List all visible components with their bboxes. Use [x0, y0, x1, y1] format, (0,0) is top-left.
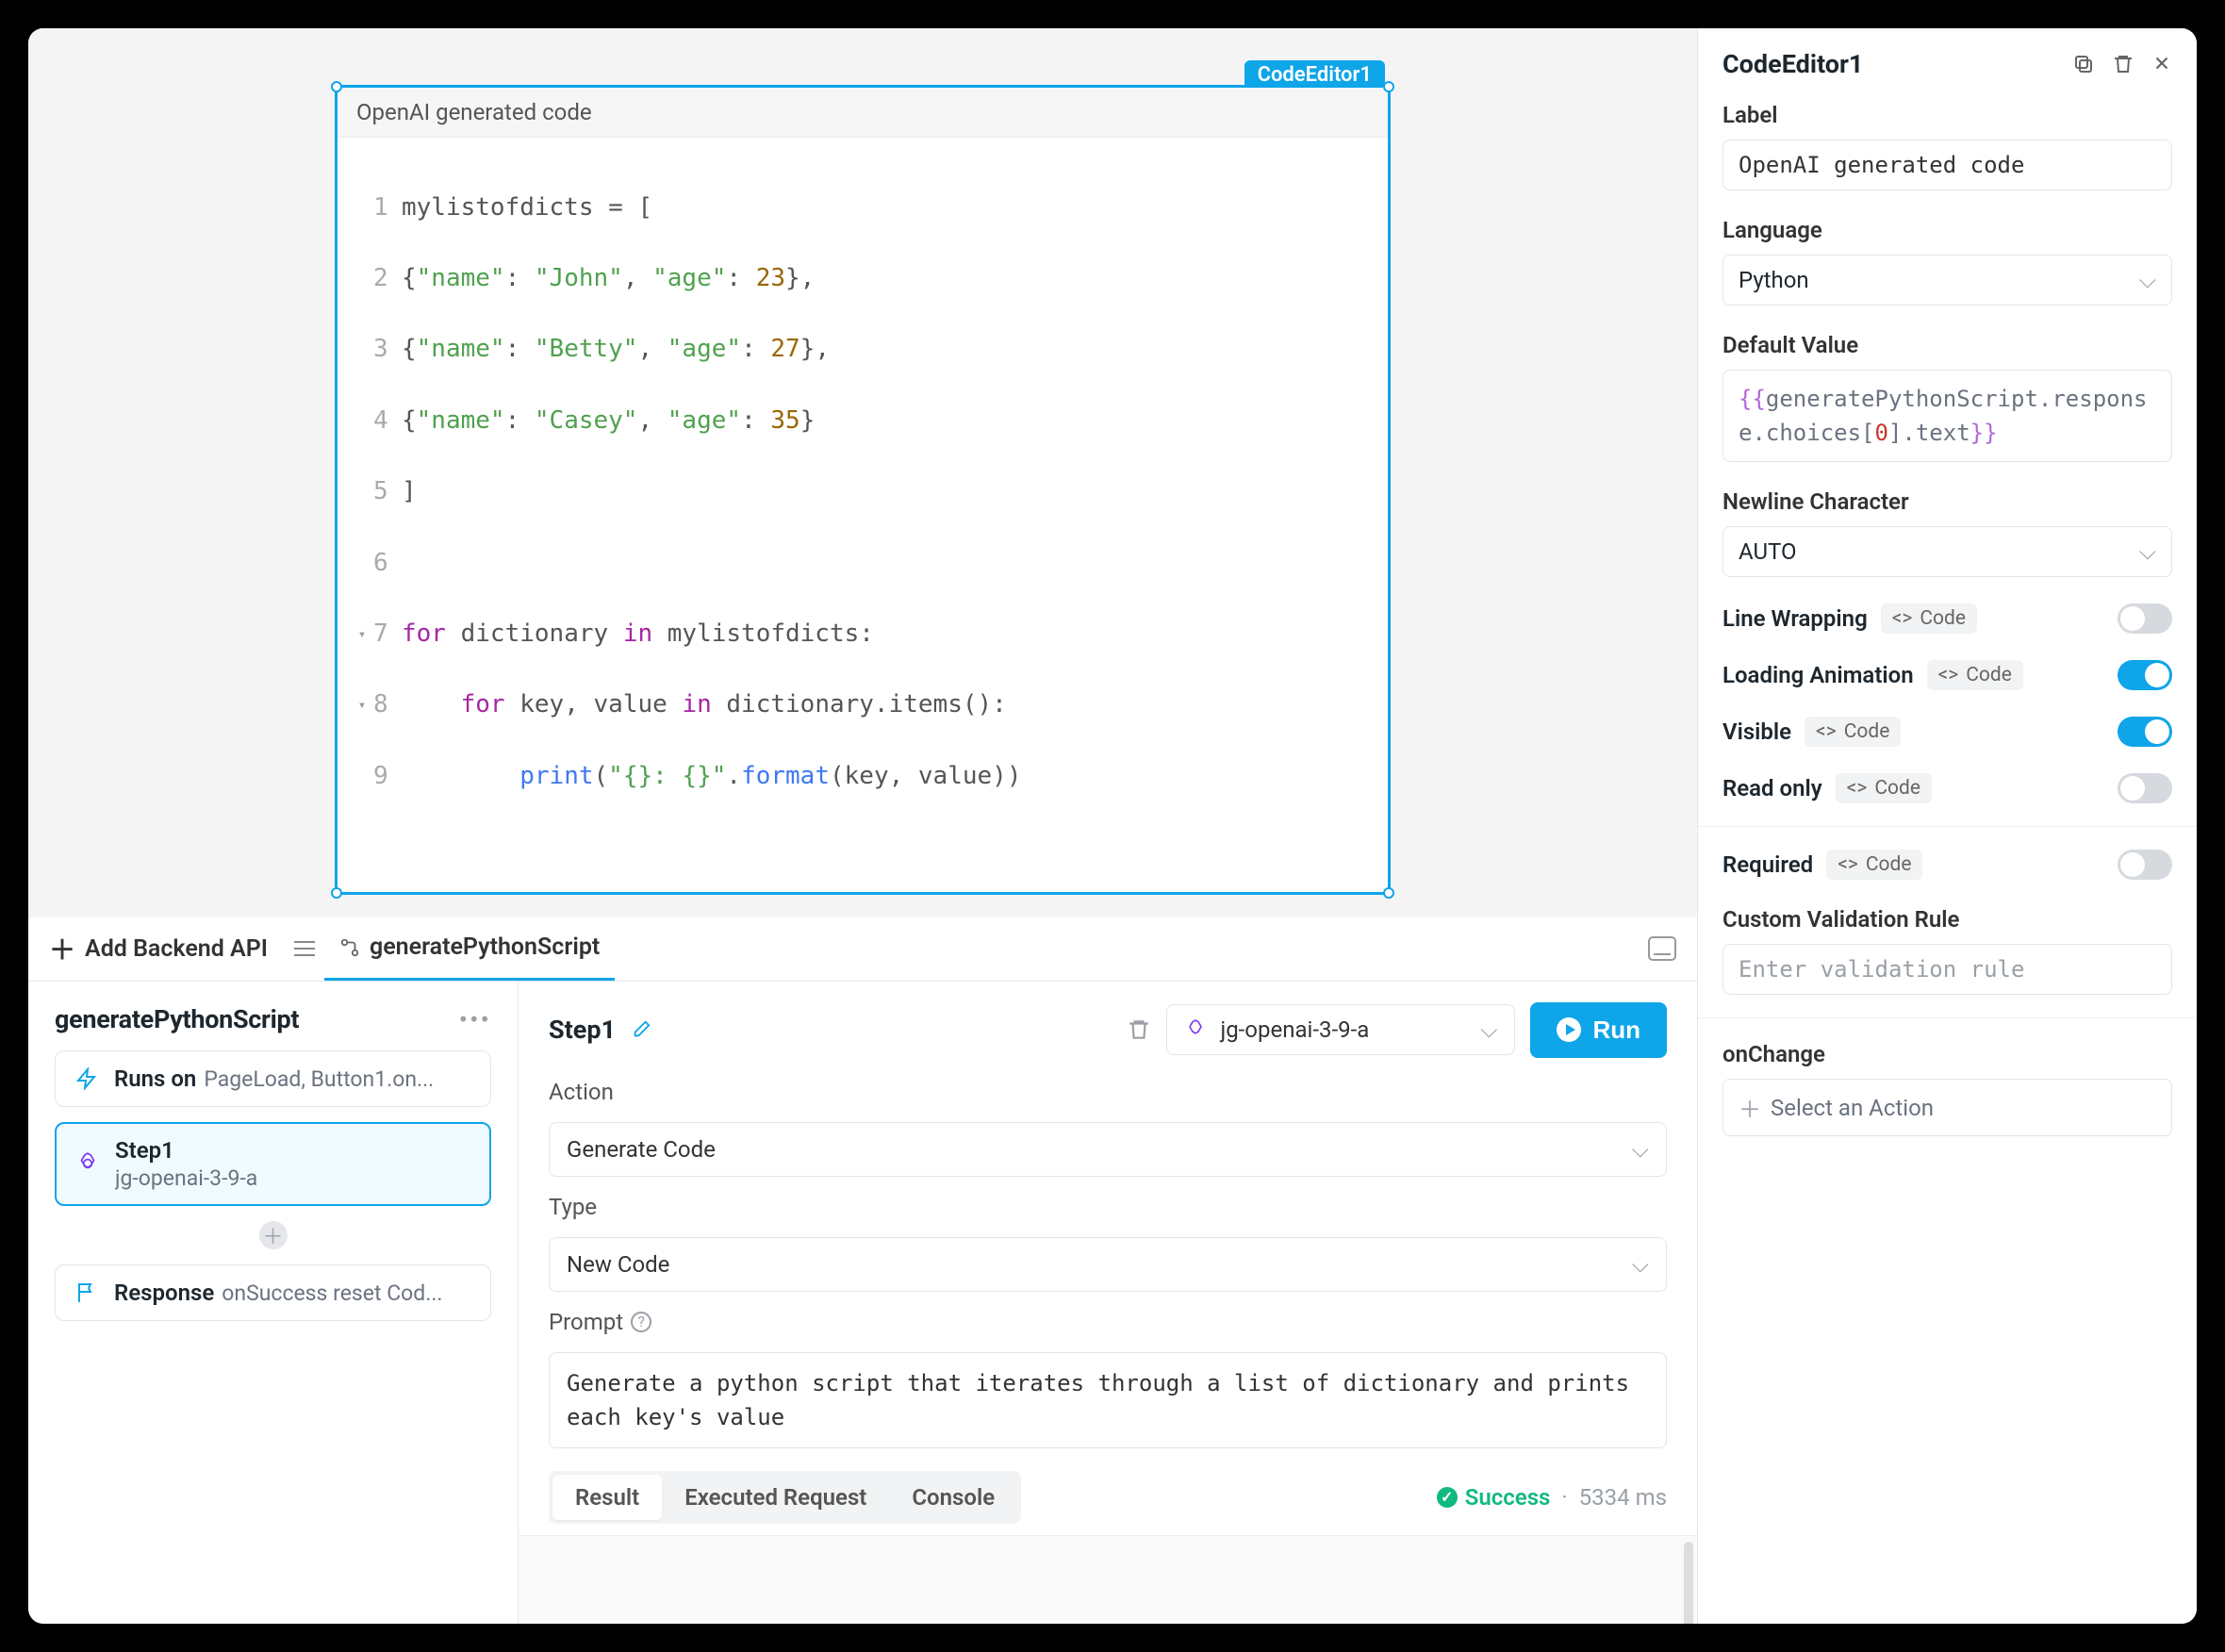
chevron-down-icon: ⌵	[1480, 1016, 1497, 1043]
read-only-toggle[interactable]	[2118, 773, 2172, 803]
read-only-label: Read only	[1722, 775, 1822, 801]
inspector-title: CodeEditor1	[1722, 49, 1863, 79]
scrollbar[interactable]	[1684, 1542, 1693, 1624]
loading-animation-toggle[interactable]	[2118, 660, 2172, 690]
newline-label: Newline Character	[1722, 488, 2172, 515]
tab-executed-request[interactable]: Executed Request	[662, 1475, 889, 1520]
edit-step-name-icon[interactable]	[631, 1019, 651, 1040]
required-label: Required	[1722, 851, 1813, 878]
default-value-input[interactable]: {{generatePythonScript.response.choices[…	[1722, 370, 2172, 462]
play-icon	[1557, 1017, 1581, 1042]
type-select[interactable]: New Code ⌵	[549, 1237, 1667, 1292]
custom-validation-input[interactable]: Enter validation rule	[1722, 944, 2172, 995]
add-backend-api-button[interactable]: ＋ Add Backend API	[49, 930, 285, 967]
run-button[interactable]: Run	[1530, 1002, 1667, 1058]
code-toggle-pill[interactable]: <>Code	[1927, 660, 2023, 690]
code-toggle-pill[interactable]: <>Code	[1805, 717, 1901, 747]
code-editor-widget[interactable]: OpenAI generated code 1mylistofdicts = […	[335, 85, 1391, 895]
canvas-area[interactable]: CodeEditor1 OpenAI generated code 1mylis…	[28, 28, 1697, 917]
result-json-viewer[interactable]: ▾choices : [ ▾0 : { text : " mylistofdic…	[519, 1535, 1697, 1624]
lightning-icon	[73, 1065, 101, 1093]
plus-icon: ＋	[1739, 1091, 1761, 1124]
check-icon: ✓	[1437, 1487, 1458, 1508]
required-toggle[interactable]	[2118, 850, 2172, 880]
chevron-down-icon: ⌵	[2139, 267, 2156, 293]
api-more-menu[interactable]: •••	[459, 1004, 491, 1035]
resize-handle-bl[interactable]	[331, 887, 342, 899]
chevron-down-icon: ⌵	[1632, 1136, 1649, 1163]
tab-console[interactable]: Console	[889, 1475, 1017, 1520]
step1-card[interactable]: Step1 jg-openai-3-9-a	[55, 1122, 491, 1206]
code-toggle-pill[interactable]: <>Code	[1836, 773, 1932, 803]
api-icon	[339, 937, 360, 958]
label-field-label: Label	[1722, 102, 2172, 128]
custom-validation-label: Custom Validation Rule	[1722, 906, 2172, 933]
openai-icon	[1184, 1018, 1207, 1041]
delete-icon[interactable]	[2112, 53, 2134, 75]
onchange-label: onChange	[1722, 1041, 2172, 1067]
prompt-textarea[interactable]: Generate a python script that iterates t…	[549, 1352, 1667, 1448]
status-success: ✓ Success	[1437, 1484, 1551, 1511]
api-tab-generatepythonscript[interactable]: generatePythonScript	[324, 917, 615, 981]
step-name: Step1	[549, 1015, 616, 1045]
hamburger-icon[interactable]	[288, 941, 321, 956]
line-wrapping-label: Line Wrapping	[1722, 605, 1868, 632]
line-wrapping-toggle[interactable]	[2118, 603, 2172, 634]
runs-on-card[interactable]: Runs on PageLoad, Button1.on...	[55, 1050, 491, 1107]
language-select[interactable]: Python ⌵	[1722, 255, 2172, 306]
flag-icon	[73, 1279, 101, 1307]
visible-toggle[interactable]	[2118, 717, 2172, 747]
elapsed-time: 5334 ms	[1579, 1484, 1667, 1511]
resize-handle-tr[interactable]	[1383, 81, 1394, 92]
newline-select[interactable]: AUTO ⌵	[1722, 526, 2172, 577]
api-title: generatePythonScript	[55, 1004, 299, 1034]
add-step-button[interactable]: ＋	[259, 1221, 288, 1249]
collapse-panel-icon[interactable]	[1648, 936, 1676, 961]
openai-icon	[74, 1149, 102, 1178]
loading-animation-label: Loading Animation	[1722, 662, 1914, 688]
visible-label: Visible	[1722, 719, 1791, 745]
label-input[interactable]: OpenAI generated code	[1722, 140, 2172, 190]
delete-step-icon[interactable]	[1127, 1017, 1151, 1042]
chevron-down-icon: ⌵	[2139, 538, 2156, 565]
language-label: Language	[1722, 217, 2172, 243]
result-tabs: Result Executed Request Console	[549, 1471, 1021, 1524]
model-select[interactable]: jg-openai-3-9-a ⌵	[1166, 1004, 1515, 1055]
resize-handle-br[interactable]	[1383, 887, 1394, 899]
action-select[interactable]: Generate Code ⌵	[549, 1122, 1667, 1177]
help-icon[interactable]: ?	[631, 1312, 651, 1332]
chevron-down-icon: ⌵	[1632, 1251, 1649, 1278]
response-card[interactable]: Response onSuccess reset Cod...	[55, 1264, 491, 1321]
code-editor-body[interactable]: 1mylistofdicts = [ 2{"name": "John", "ag…	[338, 138, 1388, 892]
resize-handle-tl[interactable]	[331, 81, 342, 92]
code-toggle-pill[interactable]: <>Code	[1881, 603, 1977, 634]
plus-icon: ＋	[49, 930, 75, 967]
onchange-select[interactable]: ＋ Select an Action	[1722, 1079, 2172, 1136]
status-dot: ·	[1561, 1484, 1567, 1511]
close-icon[interactable]	[2151, 53, 2172, 75]
copy-icon[interactable]	[2072, 53, 2095, 75]
action-label: Action	[549, 1079, 1667, 1105]
code-editor-header: OpenAI generated code	[338, 88, 1388, 138]
code-toggle-pill[interactable]: <>Code	[1826, 850, 1922, 880]
prompt-label: Prompt ?	[549, 1309, 1667, 1335]
tab-result[interactable]: Result	[552, 1475, 662, 1520]
default-value-label: Default Value	[1722, 332, 2172, 358]
type-label: Type	[549, 1194, 1667, 1220]
